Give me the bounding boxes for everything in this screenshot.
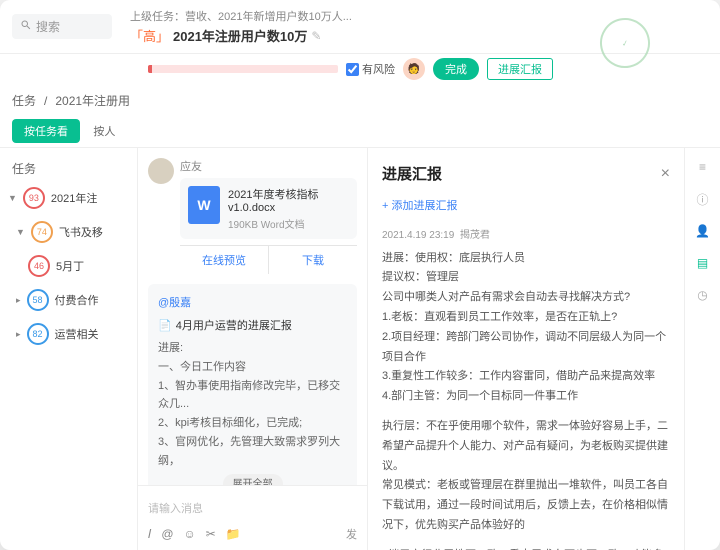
close-icon[interactable]: × [661,160,670,189]
avatar[interactable] [148,158,174,184]
progress-report-card: @殷嘉 📄4月用户运营的进展汇报 进展: 一、今日工作内容 1、智办事使用指南修… [148,284,357,485]
message-author: 应友 [180,158,357,174]
chevron-right-icon[interactable]: ▸ [16,329,21,340]
tab-by-task[interactable]: 按任务看 [12,119,80,143]
note-icon[interactable]: ▤ [694,254,712,272]
send-button[interactable]: 发 [346,526,357,542]
priority-tag: 「高」 [130,26,169,45]
task-title[interactable]: 2021年注册用户数10万 [173,26,307,45]
preview-button[interactable]: 在线预览 [180,246,269,274]
sidebar-heading: 任务 [4,156,133,181]
folder-icon[interactable]: 📁 [226,527,241,541]
sidebar-item[interactable]: ▼ 74 飞书及移 [4,215,133,249]
search-icon [20,19,32,34]
status-pill[interactable]: 完成 [433,58,479,80]
clock-icon[interactable]: ◷ [694,286,712,304]
progress-bar[interactable]: 进行中 899/83291 [148,65,338,73]
message-input[interactable]: 请输入消息 [148,494,357,526]
report-icon: 📄 [158,317,172,336]
word-file-icon: W [188,186,220,224]
download-button[interactable]: 下载 [269,246,357,274]
report-body: b端用户行业属性不一致，重点需求东西也不一致，功能多或者说我们想要展示给用户看的… [382,546,670,550]
breadcrumb-current[interactable]: 2021年注册用 [55,92,130,109]
progress-report-button[interactable]: 进展汇报 [487,58,553,80]
sidebar-item[interactable]: ▸ 82 运营相关 [4,317,133,351]
scissors-icon[interactable]: ✂ [206,527,216,541]
info-icon[interactable]: ⓘ [694,190,712,208]
assignee-avatar[interactable]: 🧑 [403,58,425,80]
chevron-down-icon[interactable]: ▼ [16,227,25,237]
report-body: 执行层：不在乎使用哪个软件，需求一体验好容易上手，二希望产品提升个人能力、对产品… [382,417,670,536]
mention-icon[interactable]: @ [161,527,173,541]
report-body: 进展：使用权：底层执行人员 提议权：管理层 公司中哪类人对产品有需求会自动去寻找… [382,249,670,407]
search-placeholder: 搜索 [36,18,60,35]
tab-by-person[interactable]: 按人 [83,119,125,143]
mention-link[interactable]: @殷嘉 [158,294,347,313]
menu-icon[interactable]: ≡ [694,158,712,176]
add-report-link[interactable]: + 添加进展汇报 [382,197,670,217]
chevron-down-icon[interactable]: ▼ [8,193,17,203]
task-sidebar: 任务 ▼ 93 2021年注 ▼ 74 飞书及移 46 5月丁 ▸ 58 付费合… [0,148,138,550]
risk-checkbox[interactable]: 有风险 [346,61,395,77]
format-icon[interactable]: 𝐼 [148,527,151,542]
user-icon[interactable]: 👤 [694,222,712,240]
sidebar-item[interactable]: ▼ 93 2021年注 [4,181,133,215]
panel-title: 进展汇报 [382,161,442,188]
emoji-icon[interactable]: ☺ [184,527,196,541]
edit-icon[interactable]: ✎ [311,29,321,43]
sidebar-item[interactable]: 46 5月丁 [4,249,133,283]
file-attachment[interactable]: W 2021年度考核指标v1.0.docx 190KB Word文档 [180,178,357,239]
search-input[interactable]: 搜索 [12,14,112,39]
expand-button[interactable]: 展开全部 [223,474,283,485]
chevron-right-icon[interactable]: ▸ [16,295,21,306]
breadcrumb-root[interactable]: 任务 [12,92,36,109]
sidebar-item[interactable]: ▸ 58 付费合作 [4,283,133,317]
